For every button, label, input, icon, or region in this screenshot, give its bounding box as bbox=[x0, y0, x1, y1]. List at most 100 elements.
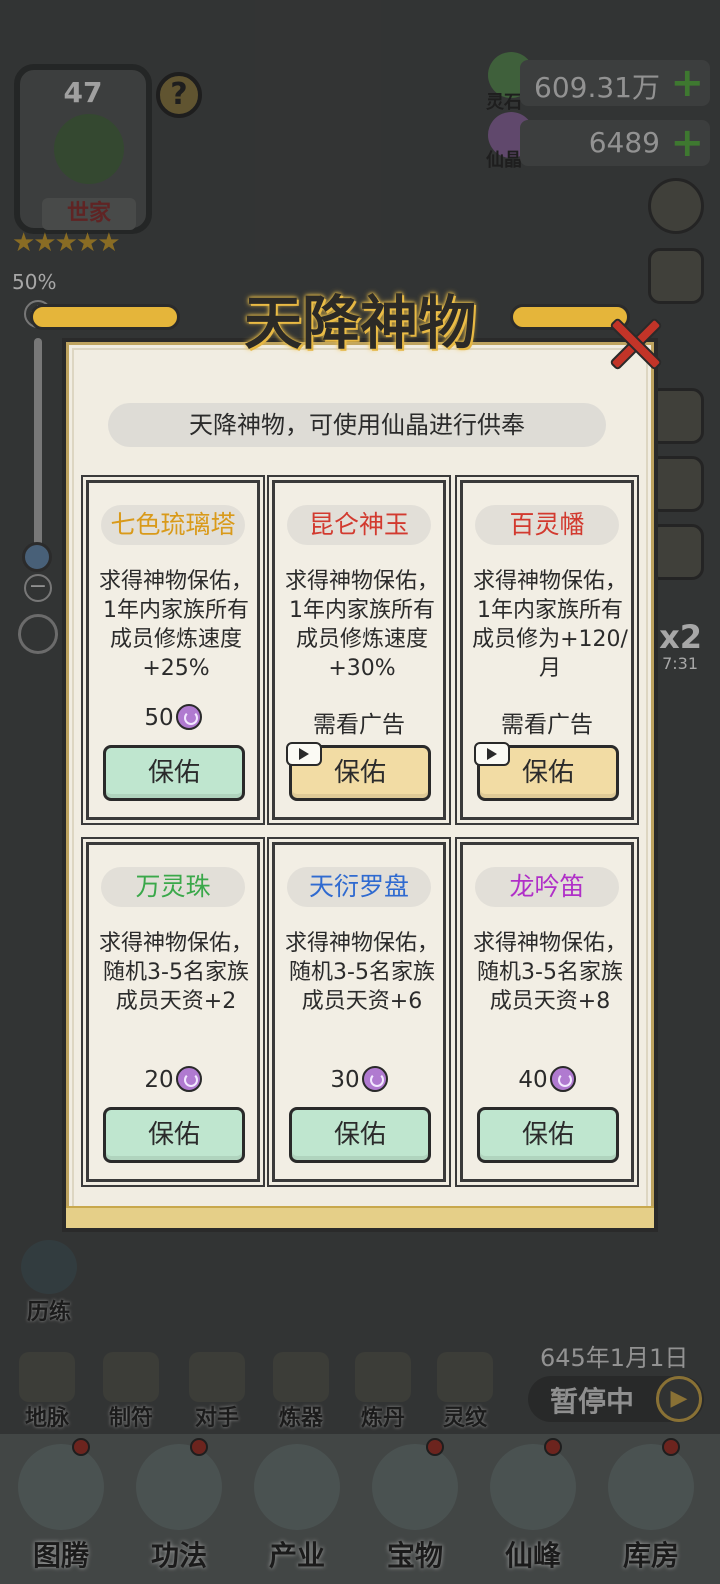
video-ad-icon bbox=[286, 742, 322, 766]
artifact-name: 昆仑神玉 bbox=[287, 505, 431, 545]
tool-lingwen[interactable]: 灵纹 bbox=[434, 1352, 496, 1432]
tool-dimai[interactable]: 地脉 bbox=[16, 1352, 78, 1432]
speed-timer: 7:31 bbox=[662, 654, 698, 673]
artifact-description: 求得神物保佑，1年内家族所有成员修炼速度+30% bbox=[284, 569, 439, 681]
artifact-name: 天衍罗盘 bbox=[287, 867, 431, 907]
video-ad-icon bbox=[474, 742, 510, 766]
artifact-card: 昆仑神玉 求得神物保佑，1年内家族所有成员修炼速度+30% 需看广告 保佑 bbox=[267, 475, 451, 825]
bless-ad-button[interactable]: 保佑 bbox=[286, 742, 431, 801]
artifact-description: 求得神物保佑，随机3-5名家族成员天资+6 bbox=[284, 931, 439, 1014]
zoom-slider[interactable] bbox=[34, 338, 42, 548]
spirit-pattern-icon bbox=[437, 1352, 493, 1402]
add-lingshi-button[interactable]: + bbox=[670, 60, 704, 106]
artifact-cost: 需看广告 bbox=[501, 712, 593, 738]
crystal-icon bbox=[175, 703, 202, 730]
nav-label: 产业 bbox=[268, 1539, 325, 1572]
tool-zhifu[interactable]: 制符 bbox=[100, 1352, 162, 1432]
artifact-description: 求得神物保佑，1年内家族所有成员修为+120/月 bbox=[472, 569, 628, 681]
lingshi-label: 灵石 bbox=[486, 92, 522, 113]
cauldron-icon bbox=[355, 1352, 411, 1402]
dialog-title: 天降神物 bbox=[243, 289, 476, 357]
game-date: 645年1月1日 bbox=[540, 1344, 689, 1372]
nav-label: 图腾 bbox=[32, 1539, 89, 1572]
notification-dot bbox=[426, 1438, 444, 1456]
dialog-subtitle: 天降神物，可使用仙晶进行供奉 bbox=[108, 403, 606, 447]
zoom-percent: 50% bbox=[12, 270, 57, 294]
artifact-description: 求得神物保佑，随机3-5名家族成员天资+8 bbox=[472, 931, 627, 1014]
tool-liandan[interactable]: 炼丹 bbox=[352, 1352, 414, 1432]
nav-industry[interactable]: 产业 bbox=[242, 1444, 352, 1574]
help-button[interactable]: ? bbox=[156, 72, 202, 118]
crystal-icon bbox=[175, 1065, 202, 1092]
tool-label: 对手 bbox=[194, 1406, 239, 1431]
dialog-footer-strip bbox=[66, 1206, 654, 1228]
xianjing-value: 6489 bbox=[588, 126, 660, 159]
nav-gongfa[interactable]: 功法 bbox=[124, 1438, 234, 1574]
artifact-card: 百灵幡 求得神物保佑，1年内家族所有成员修为+120/月 需看广告 保佑 bbox=[455, 475, 639, 825]
clan-title: 世家 bbox=[42, 198, 136, 230]
artifact-cost: 50 bbox=[89, 703, 257, 732]
notification-dot bbox=[190, 1438, 208, 1456]
tool-label: 炼丹 bbox=[360, 1406, 405, 1431]
clan-stars: ★★★★★ bbox=[12, 228, 121, 258]
nav-peak[interactable]: 仙峰 bbox=[478, 1438, 588, 1574]
pause-button[interactable]: 暂停中 ▶ bbox=[528, 1376, 704, 1422]
tool-label: 炼器 bbox=[278, 1406, 323, 1431]
training-button[interactable]: 历练 bbox=[14, 1240, 84, 1326]
artifact-description: 求得神物保佑，随机3-5名家族成员天资+2 bbox=[98, 931, 253, 1014]
artifact-cost: 需看广告 bbox=[313, 712, 405, 738]
artifact-description: 求得神物保佑，1年内家族所有成员修炼速度+25% bbox=[98, 569, 253, 681]
lingshi-counter: 609.31万 + bbox=[520, 60, 710, 106]
tool-duishou[interactable]: 对手 bbox=[186, 1352, 248, 1432]
peak-icon bbox=[490, 1438, 576, 1530]
training-icon bbox=[21, 1240, 77, 1294]
mountain-icon bbox=[254, 1444, 340, 1530]
close-button[interactable] bbox=[606, 314, 664, 372]
crystal-icon bbox=[361, 1065, 388, 1092]
play-icon[interactable]: ▶ bbox=[656, 1376, 702, 1422]
willow-tree-icon bbox=[54, 114, 124, 184]
artifact-card: 万灵珠 求得神物保佑，随机3-5名家族成员天资+2 20 保佑 bbox=[81, 837, 265, 1187]
lingshi-value: 609.31万 bbox=[534, 71, 660, 104]
artifact-name: 龙吟笛 bbox=[475, 867, 619, 907]
artifact-card: 七色琉璃塔 求得神物保佑，1年内家族所有成员修炼速度+25% 50 保佑 bbox=[81, 475, 265, 825]
zoom-slider-handle[interactable] bbox=[22, 542, 52, 572]
crystal-icon bbox=[549, 1065, 576, 1092]
bag-icon bbox=[608, 1438, 694, 1530]
artifact-name: 百灵幡 bbox=[475, 505, 619, 545]
bless-button[interactable]: 保佑 bbox=[289, 1107, 431, 1163]
tool-label: 制符 bbox=[108, 1406, 153, 1431]
add-xianjing-button[interactable]: + bbox=[670, 120, 704, 166]
tool-lianqi[interactable]: 炼器 bbox=[270, 1352, 332, 1432]
artifact-card: 龙吟笛 求得神物保佑，随机3-5名家族成员天资+8 40 保佑 bbox=[455, 837, 639, 1187]
speed-multiplier[interactable]: x2 bbox=[659, 618, 702, 656]
bless-button[interactable]: 保佑 bbox=[103, 745, 245, 801]
pause-label: 暂停中 bbox=[550, 1385, 635, 1418]
technique-icon bbox=[136, 1438, 222, 1530]
rival-gate-icon bbox=[189, 1352, 245, 1402]
bless-ad-button[interactable]: 保佑 bbox=[474, 742, 619, 801]
clan-emblem[interactable]: 47 世家 bbox=[14, 64, 152, 234]
settings-gear-icon[interactable] bbox=[648, 178, 704, 234]
locate-icon[interactable] bbox=[18, 614, 58, 654]
nav-totem[interactable]: 图腾 bbox=[6, 1438, 116, 1574]
artifact-card: 天衍罗盘 求得神物保佑，随机3-5名家族成员天资+6 30 保佑 bbox=[267, 837, 451, 1187]
artifact-cost: 30 bbox=[275, 1065, 443, 1094]
nav-label: 仙峰 bbox=[504, 1539, 561, 1572]
scroll-icon[interactable] bbox=[648, 248, 704, 304]
nav-label: 宝物 bbox=[386, 1539, 443, 1572]
forge-icon bbox=[273, 1352, 329, 1402]
zoom-out-button[interactable]: − bbox=[24, 574, 52, 602]
tool-label: 地脉 bbox=[24, 1406, 69, 1431]
notification-dot bbox=[72, 1438, 90, 1456]
xianjing-label: 仙晶 bbox=[486, 150, 522, 171]
title-banner: 天降神物 bbox=[30, 270, 630, 357]
bless-button[interactable]: 保佑 bbox=[477, 1107, 619, 1163]
earth-vein-icon bbox=[19, 1352, 75, 1402]
nav-storage[interactable]: 库房 bbox=[596, 1438, 706, 1574]
artifact-name: 万灵珠 bbox=[101, 867, 245, 907]
nav-treasure[interactable]: 宝物 bbox=[360, 1438, 470, 1574]
artifact-cost: 20 bbox=[89, 1065, 257, 1094]
bless-button[interactable]: 保佑 bbox=[103, 1107, 245, 1163]
bottom-nav: 图腾 功法 产业 宝物 仙峰 库房 bbox=[0, 1434, 720, 1584]
